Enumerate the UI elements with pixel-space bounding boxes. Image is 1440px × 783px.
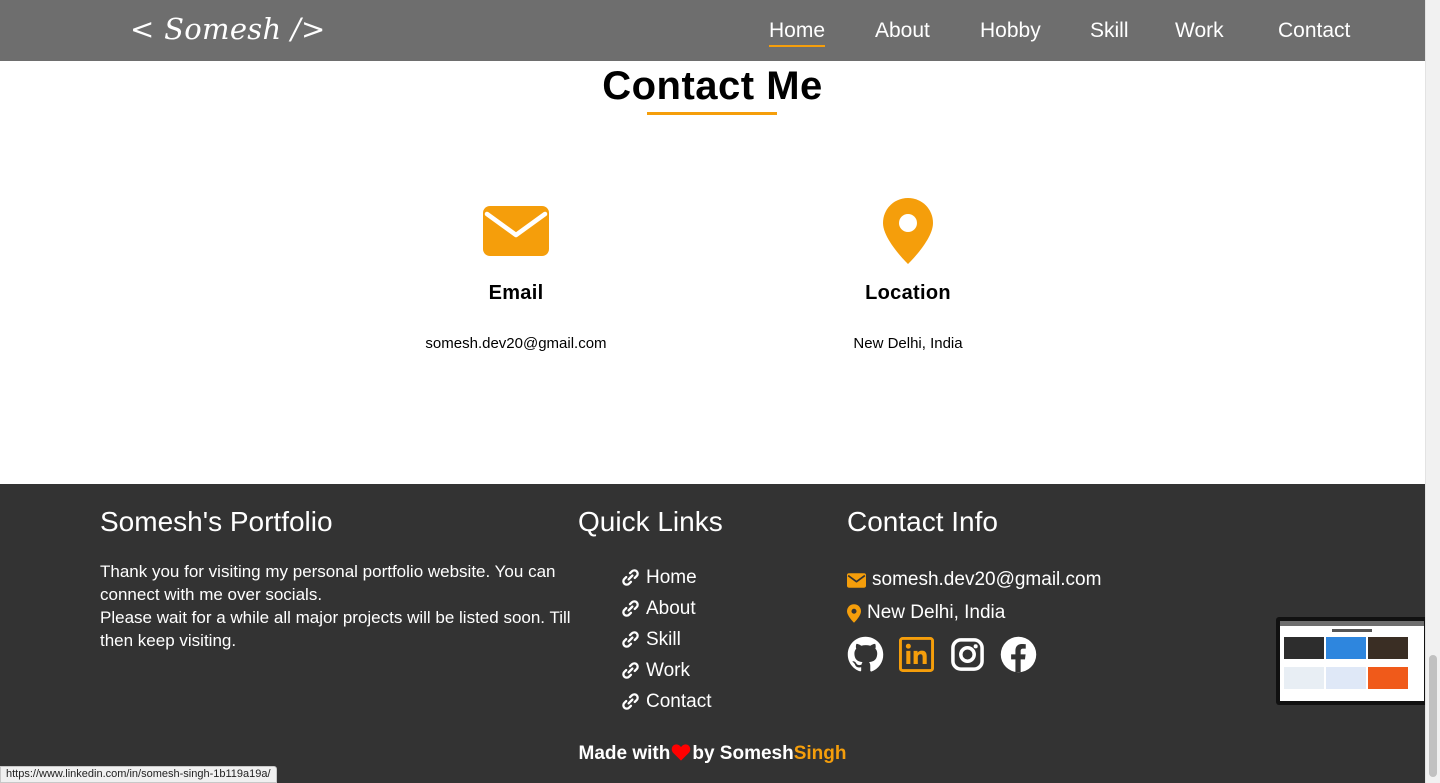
contact-info-email-text[interactable]: somesh.dev20@gmail.com	[872, 569, 1101, 591]
made-with-prefix: Made with	[578, 743, 671, 764]
link-icon	[622, 569, 639, 586]
thumbnail-card	[1326, 667, 1366, 689]
contact-info-location: New Delhi, India	[847, 602, 1005, 624]
quick-link-label[interactable]: Contact	[646, 691, 711, 713]
nav-link-skill[interactable]: Skill	[1090, 19, 1129, 43]
envelope-icon	[847, 572, 866, 588]
made-with-accent: Singh	[793, 743, 847, 764]
link-icon	[622, 662, 639, 679]
made-with-by: by Somesh	[692, 743, 794, 764]
page-scrollbar[interactable]	[1425, 0, 1440, 783]
thumbnail-card	[1284, 667, 1324, 689]
instagram-icon[interactable]	[949, 636, 986, 673]
contact-info-email[interactable]: somesh.dev20@gmail.com	[847, 569, 1101, 591]
nav-link-about[interactable]: About	[875, 19, 930, 43]
page-thumbnail-content	[1280, 621, 1424, 701]
quick-link-skill[interactable]: Skill	[621, 624, 711, 655]
facebook-icon[interactable]	[1000, 636, 1037, 673]
map-pin-icon	[847, 603, 861, 623]
quick-link-label[interactable]: Home	[646, 567, 697, 589]
location-value: New Delhi, India	[853, 335, 963, 352]
contact-info-location-text: New Delhi, India	[867, 602, 1006, 623]
email-card: Email somesh.dev20@gmail.com	[386, 196, 646, 352]
location-card: Location New Delhi, India	[778, 196, 1038, 352]
page-thumbnail-preview[interactable]	[1276, 617, 1428, 705]
linkedin-icon[interactable]	[898, 636, 935, 673]
email-value[interactable]: somesh.dev20@gmail.com	[386, 335, 646, 352]
thumbnail-title	[1280, 629, 1424, 632]
location-label: Location	[865, 282, 951, 304]
quick-link-contact[interactable]: Contact	[621, 686, 711, 717]
thumbnail-card	[1326, 637, 1366, 659]
github-icon[interactable]	[847, 636, 884, 673]
social-links	[847, 636, 1037, 673]
footer: Somesh's Portfolio Thank you for visitin…	[0, 484, 1425, 783]
heart-icon	[672, 744, 691, 761]
footer-contact-info-title: Contact Info	[847, 506, 998, 537]
thumbnail-card	[1368, 667, 1408, 689]
nav-link-hobby[interactable]: Hobby	[980, 19, 1041, 43]
made-with-credit: Made with by SomeshSingh	[0, 743, 1425, 765]
quick-links-list: Home About Skill Work Contact	[621, 562, 711, 717]
footer-portfolio-title: Somesh's Portfolio	[100, 506, 333, 537]
contact-section-title: Contact Me	[602, 64, 823, 108]
footer-quick-links-title: Quick Links	[578, 506, 723, 537]
thumbnail-navbar	[1280, 621, 1424, 626]
nav-link-contact[interactable]: Contact	[1278, 19, 1350, 43]
quick-link-about[interactable]: About	[621, 593, 711, 624]
brand-logo[interactable]: < Somesh />	[130, 12, 326, 46]
map-pin-icon	[778, 196, 1038, 266]
quick-link-label[interactable]: Work	[646, 660, 690, 682]
envelope-icon	[386, 196, 646, 266]
thumbnail-card	[1284, 637, 1324, 659]
link-icon	[622, 631, 639, 648]
nav-link-work[interactable]: Work	[1175, 19, 1224, 43]
title-underline	[647, 112, 777, 115]
quick-link-work[interactable]: Work	[621, 655, 711, 686]
footer-portfolio-text-1: Thank you for visiting my personal portf…	[100, 562, 556, 604]
nav-link-home[interactable]: Home	[769, 19, 826, 47]
link-icon	[622, 600, 639, 617]
navbar: < Somesh /> Home About Hobby Skill Work …	[0, 0, 1425, 61]
scrollbar-thumb[interactable]	[1429, 655, 1437, 777]
status-bar-url: https://www.linkedin.com/in/somesh-singh…	[0, 766, 277, 783]
link-icon	[622, 693, 639, 710]
thumbnail-card	[1368, 637, 1408, 659]
email-label: Email	[488, 282, 544, 304]
quick-link-label[interactable]: About	[646, 598, 696, 620]
footer-portfolio-text: Thank you for visiting my personal portf…	[100, 560, 575, 652]
quick-link-label[interactable]: Skill	[646, 629, 681, 651]
quick-link-home[interactable]: Home	[621, 562, 711, 593]
footer-portfolio-text-2: Please wait for a while all major projec…	[100, 608, 571, 650]
